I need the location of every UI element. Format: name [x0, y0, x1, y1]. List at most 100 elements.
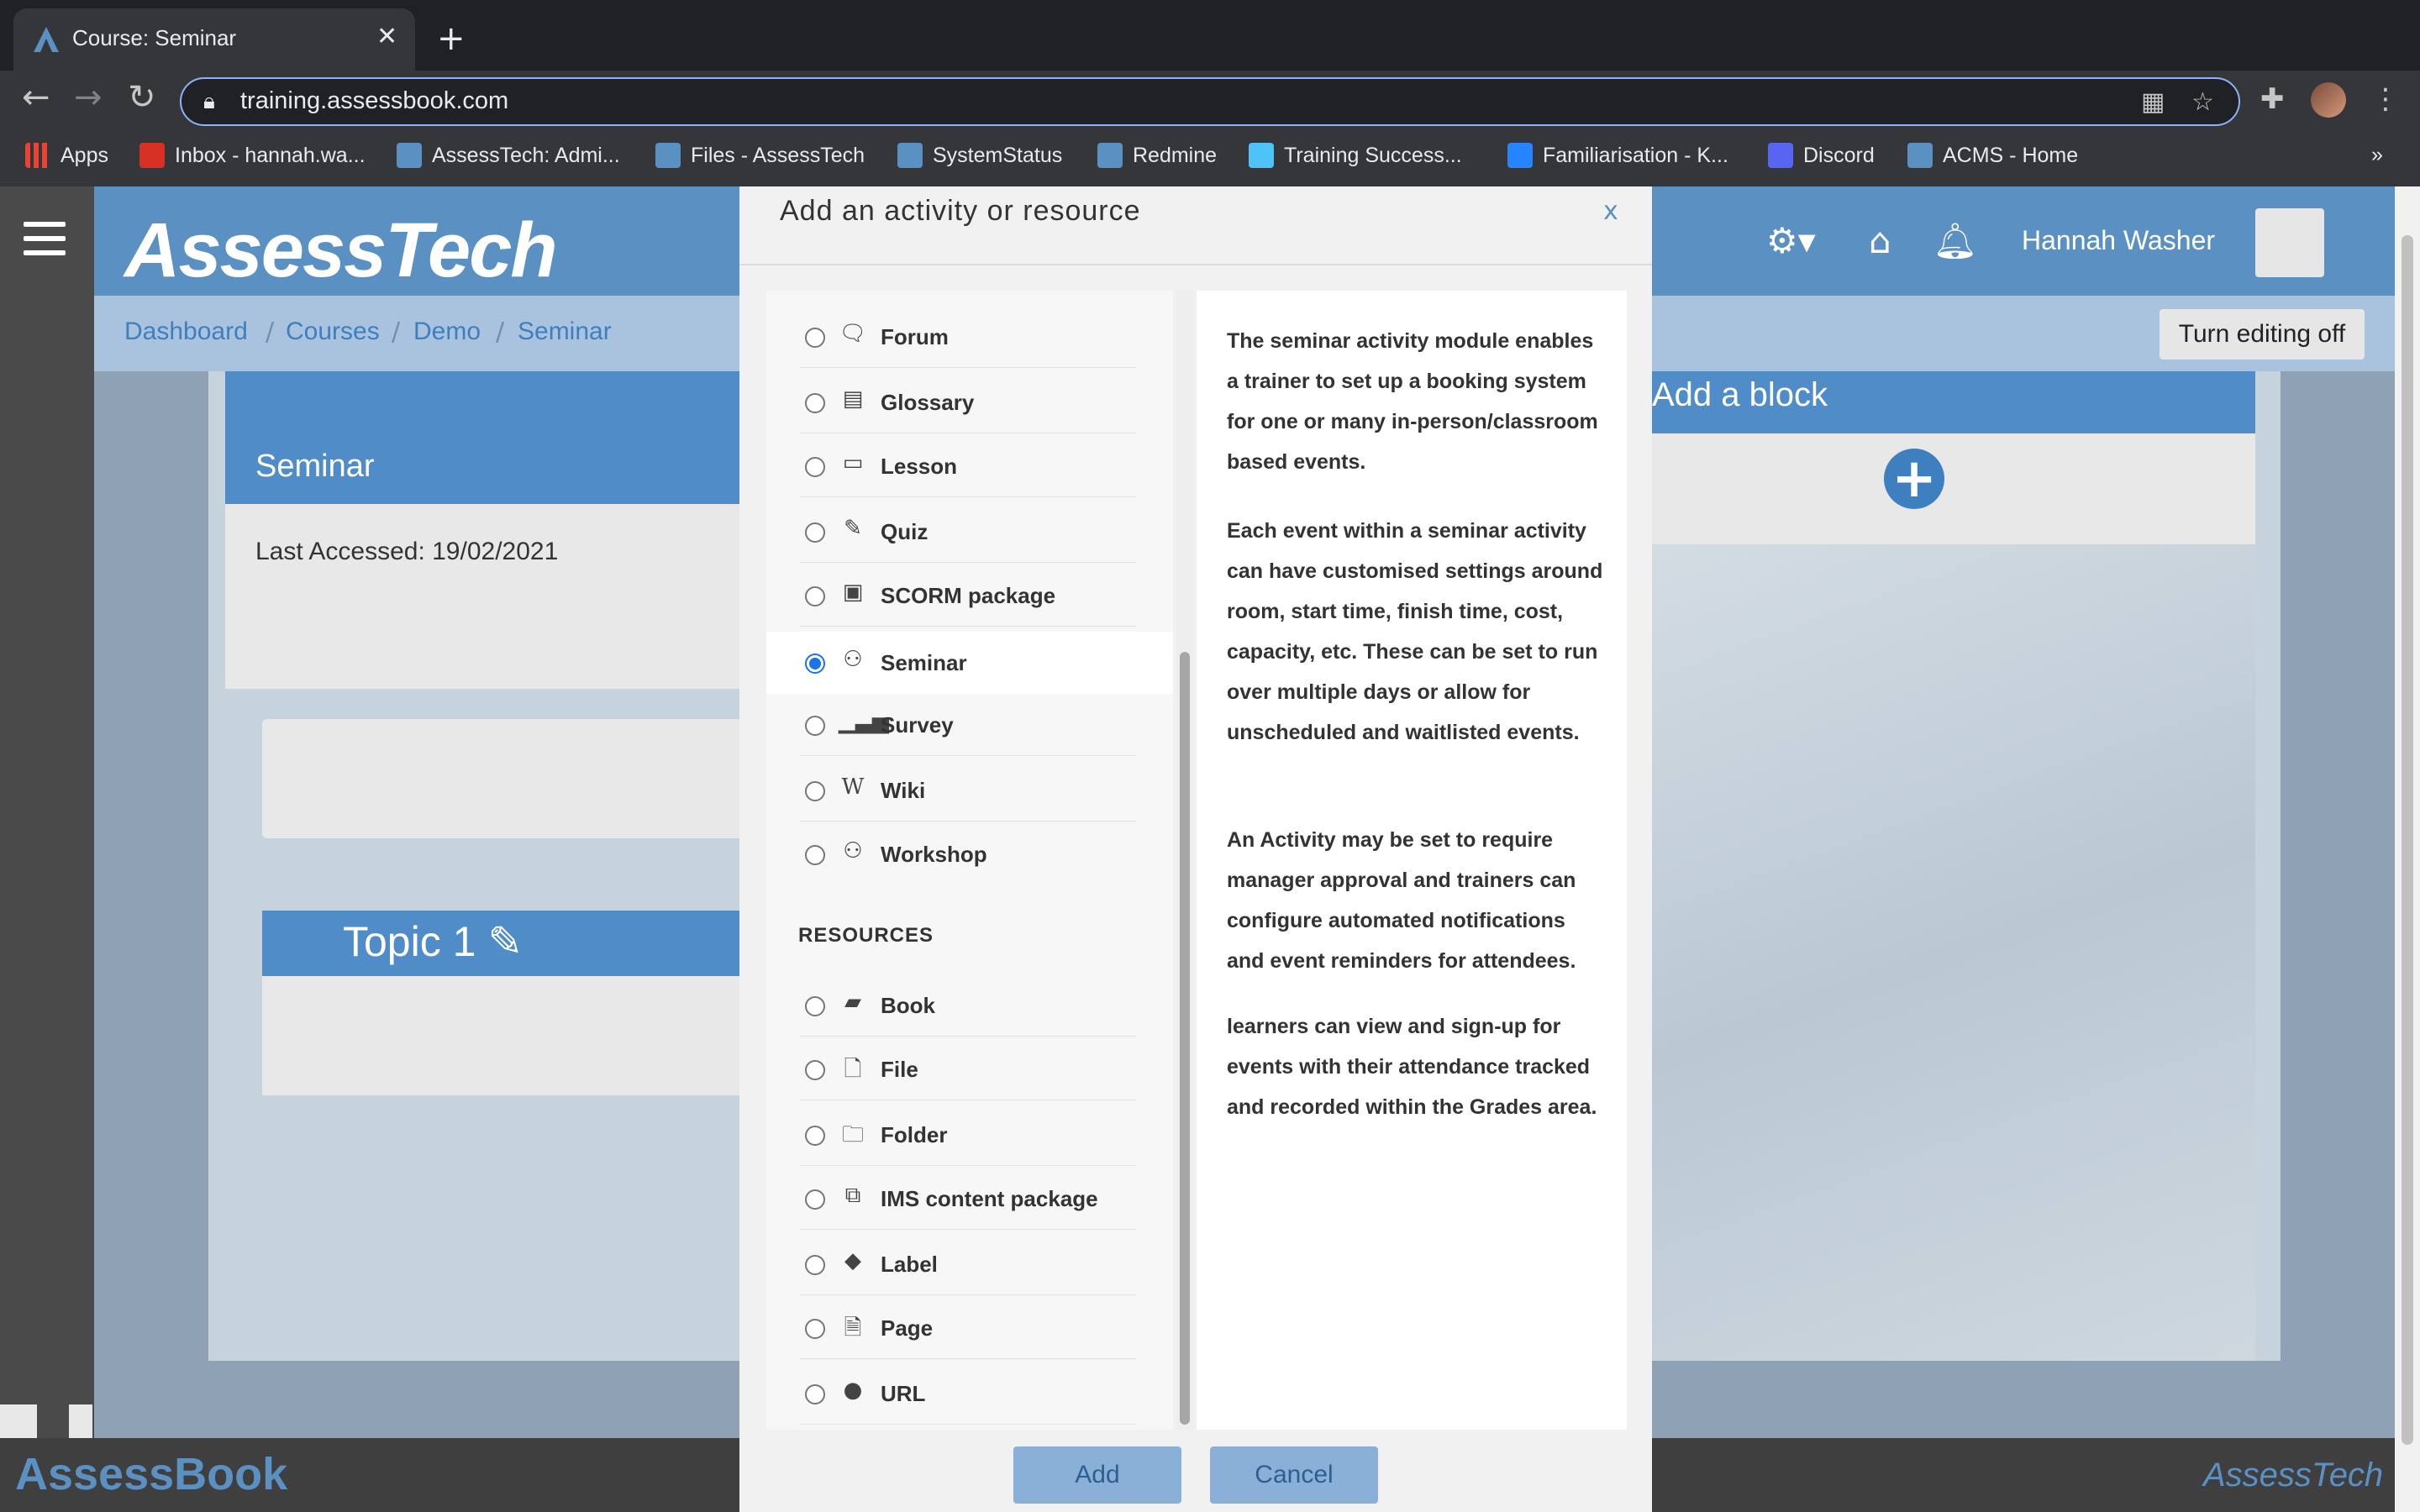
option-forum[interactable]: 🗨︎ Forum [766, 306, 1173, 368]
tab-close-icon[interactable]: ✕ [376, 22, 397, 51]
add-button[interactable]: Add [1013, 1446, 1181, 1504]
radio-button[interactable] [805, 457, 825, 477]
option-book[interactable]: ▰ Book [766, 974, 1173, 1037]
reload-icon[interactable]: ↻ [128, 81, 156, 114]
option-survey[interactable]: ▁▃▅ Survey [766, 694, 1173, 756]
breadcrumb-demo[interactable]: Demo [413, 318, 481, 346]
breadcrumb-seminar[interactable]: Seminar [518, 318, 612, 346]
radio-button[interactable] [805, 781, 825, 801]
radio-button[interactable] [805, 1126, 825, 1146]
bookmark-inbox[interactable]: Inbox - hannah.wa... [139, 143, 366, 168]
bookmark-assesstech-admin[interactable]: AssessTech: Admi... [397, 143, 620, 168]
bookmark-training-success[interactable]: Training Success... [1249, 143, 1462, 168]
quiz-icon: ✎ [844, 516, 862, 541]
acms-icon [1907, 143, 1933, 168]
radio-button[interactable] [805, 586, 825, 606]
course-card-title: Seminar [255, 449, 375, 484]
resources-heading: RESOURCES [798, 924, 934, 947]
workshop-icon: ⚇ [843, 838, 863, 864]
settings-gear-icon[interactable]: ⚙▾ [1766, 220, 1816, 261]
description-paragraph: Each event within a seminar activity can… [1227, 519, 1603, 744]
description-paragraph: An Activity may be set to require manage… [1227, 828, 1576, 973]
site-logo[interactable]: AssessTech [124, 207, 558, 295]
ims-package-icon: ⧉ [844, 1183, 861, 1208]
forward-icon[interactable]: → [74, 81, 103, 114]
radio-button[interactable] [805, 1255, 825, 1275]
footer-square [0, 1404, 37, 1438]
radio-button[interactable] [805, 1384, 825, 1404]
hamburger-menu-icon[interactable] [24, 222, 66, 265]
assesstech-icon [397, 143, 422, 168]
bookmarks-overflow-icon[interactable]: » [2371, 143, 2383, 167]
radio-button[interactable] [805, 522, 825, 543]
option-seminar[interactable]: ⚇ Seminar [766, 632, 1173, 694]
tab-title: Course: Seminar [72, 25, 237, 50]
browser-tab[interactable]: Course: Seminar ✕ [13, 8, 415, 71]
radio-button[interactable] [805, 716, 825, 736]
breadcrumb-separator: / [496, 318, 505, 347]
bookmark-discord[interactable]: Discord [1768, 143, 1875, 168]
turn-editing-off-button[interactable]: Turn editing off [2160, 309, 2365, 360]
description-paragraph: The seminar activity module enables a tr… [1227, 329, 1598, 474]
assesstech-favicon-icon [34, 27, 59, 52]
option-url[interactable]: ● URL [766, 1362, 1173, 1425]
breadcrumb-dashboard[interactable]: Dashboard [124, 318, 248, 346]
footer-logo[interactable]: AssessBook [15, 1448, 287, 1500]
radio-button[interactable] [805, 1319, 825, 1339]
new-tab-icon[interactable]: + [437, 22, 466, 55]
home-icon[interactable]: ⌂ [1869, 220, 1891, 261]
option-list-scrollbar-thumb[interactable] [1180, 652, 1190, 1425]
bookmark-systemstatus[interactable]: SystemStatus [897, 143, 1062, 168]
option-file[interactable]: 🗋︎ File [766, 1038, 1173, 1100]
modal-close-button[interactable]: x [1603, 197, 1618, 226]
edit-icon[interactable]: ✎ [487, 918, 523, 965]
user-avatar[interactable] [2255, 208, 2324, 277]
bookmark-acms[interactable]: ACMS - Home [1907, 143, 2078, 168]
bookmark-apps[interactable]: Apps [25, 143, 108, 168]
option-wiki[interactable]: W Wiki [766, 759, 1173, 822]
breadcrumb-courses[interactable]: Courses [286, 318, 380, 346]
option-ims-content-package[interactable]: ⧉ IMS content package [766, 1168, 1173, 1230]
option-workshop[interactable]: ⚇ Workshop [766, 823, 1173, 885]
topic-title[interactable]: Topic 1 ✎ [343, 917, 523, 966]
radio-button-selected[interactable] [805, 654, 825, 674]
extensions-icon[interactable]: ✚ [2260, 82, 2285, 116]
assessbook-icon [897, 143, 923, 168]
gmail-icon [139, 143, 165, 168]
option-lesson[interactable]: ▭ Lesson [766, 435, 1173, 497]
option-glossary[interactable]: ▤ Glossary [766, 371, 1173, 433]
footer-logo-right[interactable]: AssessTech [2203, 1457, 2383, 1494]
radio-button[interactable] [805, 845, 825, 865]
bookmark-star-icon[interactable]: ☆ [2191, 87, 2214, 117]
bookmark-files[interactable]: Files - AssessTech [655, 143, 865, 168]
option-scorm-package[interactable]: ▣ SCORM package [766, 564, 1173, 627]
page-icon: 🗎︎ [844, 1315, 862, 1341]
page-scrollbar-thumb[interactable] [2402, 235, 2413, 1445]
browser-menu-icon[interactable]: ⋮ [2371, 82, 2400, 116]
radio-button[interactable] [805, 1189, 825, 1210]
add-block-plus-icon[interactable]: + [1884, 449, 1944, 509]
radio-button[interactable] [805, 328, 825, 348]
last-accessed-text: Last Accessed: 19/02/2021 [255, 538, 559, 565]
bookmark-familiarisation[interactable]: Familiarisation - K... [1507, 143, 1728, 168]
discord-icon [1768, 143, 1793, 168]
address-bar[interactable]: 🔒︎ training.assessbook.com ▦ ☆ [180, 77, 2240, 126]
bookmark-redmine[interactable]: Redmine [1097, 143, 1217, 168]
notification-bell-icon[interactable]: 🔔︎ [1933, 220, 1977, 262]
back-icon[interactable]: ← [22, 81, 50, 114]
forum-icon: 🗨︎ [839, 321, 867, 346]
wiki-icon: W [841, 774, 865, 800]
user-name[interactable]: Hannah Washer [2022, 225, 2215, 256]
radio-button[interactable] [805, 996, 825, 1016]
option-page[interactable]: 🗎︎ Page [766, 1297, 1173, 1359]
qr-code-icon[interactable]: ▦ [2141, 87, 2165, 117]
option-label[interactable]: ◆ Label [766, 1233, 1173, 1295]
option-quiz[interactable]: ✎ Quiz [766, 501, 1173, 563]
profile-avatar[interactable] [2311, 82, 2346, 118]
cancel-button[interactable]: Cancel [1210, 1446, 1378, 1504]
radio-button[interactable] [805, 393, 825, 413]
radio-button[interactable] [805, 1060, 825, 1080]
seminar-icon: ⚇ [843, 647, 863, 672]
book-icon: ▰ [844, 990, 861, 1015]
option-folder[interactable]: 🗀︎ Folder [766, 1104, 1173, 1166]
